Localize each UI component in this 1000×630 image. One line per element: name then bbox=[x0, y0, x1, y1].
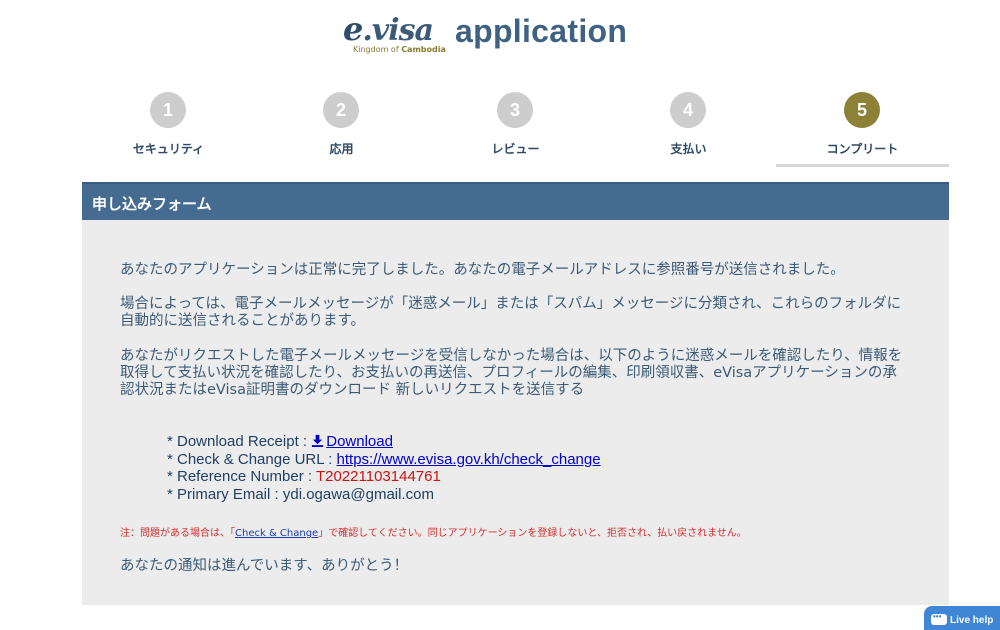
step-label: コンプリート bbox=[826, 142, 899, 156]
spam-notice: 場合によっては、電子メールメッセージが「迷惑メール」または「スパム」メッセージに… bbox=[120, 296, 902, 329]
step-payment: 4 支払い bbox=[602, 92, 775, 168]
instructions-text: あなたがリクエストした電子メールメッセージを受信しなかった場合は、以下のように迷… bbox=[120, 348, 903, 398]
check-change-label: * Check & Change URL : bbox=[167, 450, 337, 468]
check-change-link[interactable]: https://www.evisa.gov.kh/check_change bbox=[337, 451, 601, 468]
email-label: * Primary Email : bbox=[167, 485, 283, 503]
step-number: 5 bbox=[844, 92, 880, 128]
step-security: 1 セキュリティ bbox=[82, 92, 255, 168]
step-complete: 5 コンプリート bbox=[776, 92, 949, 168]
step-review: 3 レビュー bbox=[429, 92, 602, 168]
step-number: 2 bbox=[323, 92, 359, 128]
page-title: application bbox=[455, 13, 628, 49]
warning-note: 注：問題がある場合は、「Check & Change」で確認してください。同じア… bbox=[120, 524, 747, 539]
step-label: レビュー bbox=[491, 142, 540, 156]
logo-wordmark: e.visa bbox=[343, 10, 434, 48]
note-prefix: 注：問題がある場合は、「 bbox=[120, 528, 235, 539]
thank-you-message: あなたの通知は進んでいます、ありがとう！ bbox=[120, 558, 409, 574]
step-label: 支払い bbox=[670, 142, 707, 156]
application-info: * Download Receipt : Download * Check & … bbox=[167, 433, 601, 503]
note-suffix: 」で確認してください。同じアプリケーションを登録しないと、拒否され、払い戻されま… bbox=[318, 528, 747, 539]
panel-title: 申し込みフォーム bbox=[92, 195, 212, 213]
chat-bubble-icon bbox=[931, 612, 947, 625]
logo-subtitle: Kingdom of Cambodia bbox=[353, 45, 446, 54]
receipt-label: * Download Receipt : bbox=[167, 433, 312, 450]
completion-message: あなたのアプリケーションは正常に完了しました。あなたの電子メールアドレスに参照番… bbox=[120, 262, 845, 278]
reference-label: * Reference Number : bbox=[167, 468, 316, 485]
primary-email: ydi.ogawa@gmail.com bbox=[282, 485, 434, 503]
step-label: セキュリティ bbox=[132, 142, 205, 156]
email-row: * Primary Email : ydi.ogawa@gmail.com bbox=[167, 486, 601, 504]
download-link-label: Download bbox=[326, 433, 393, 450]
step-number: 1 bbox=[150, 92, 186, 128]
step-number: 4 bbox=[670, 92, 706, 128]
progress-steps: 1 セキュリティ 2 応用 3 レビュー 4 支払い 5 コンプリート bbox=[82, 92, 949, 168]
header: e.visa Kingdom of Cambodia application bbox=[0, 10, 1000, 62]
download-icon bbox=[312, 434, 324, 447]
note-check-change-link[interactable]: Check & Change bbox=[235, 528, 318, 539]
evisa-logo[interactable]: e.visa Kingdom of Cambodia bbox=[343, 12, 446, 56]
reference-number: T20221103144761 bbox=[315, 468, 441, 485]
live-help-label: Live help bbox=[950, 615, 994, 626]
reference-row: * Reference Number : T20221103144761 bbox=[167, 468, 601, 486]
panel-header: 申し込みフォーム bbox=[82, 182, 949, 220]
step-number: 3 bbox=[497, 92, 533, 128]
step-apply: 2 応用 bbox=[255, 92, 428, 168]
confirmation-panel: あなたのアプリケーションは正常に完了しました。あなたの電子メールアドレスに参照番… bbox=[82, 220, 949, 605]
download-receipt-link[interactable]: Download bbox=[311, 433, 393, 450]
step-label: 応用 bbox=[329, 142, 354, 156]
active-step-underline bbox=[776, 164, 949, 167]
receipt-row: * Download Receipt : Download bbox=[167, 433, 601, 451]
live-help-button[interactable]: Live help bbox=[924, 606, 1000, 630]
check-change-row: * Check & Change URL : https://www.evisa… bbox=[167, 451, 601, 469]
